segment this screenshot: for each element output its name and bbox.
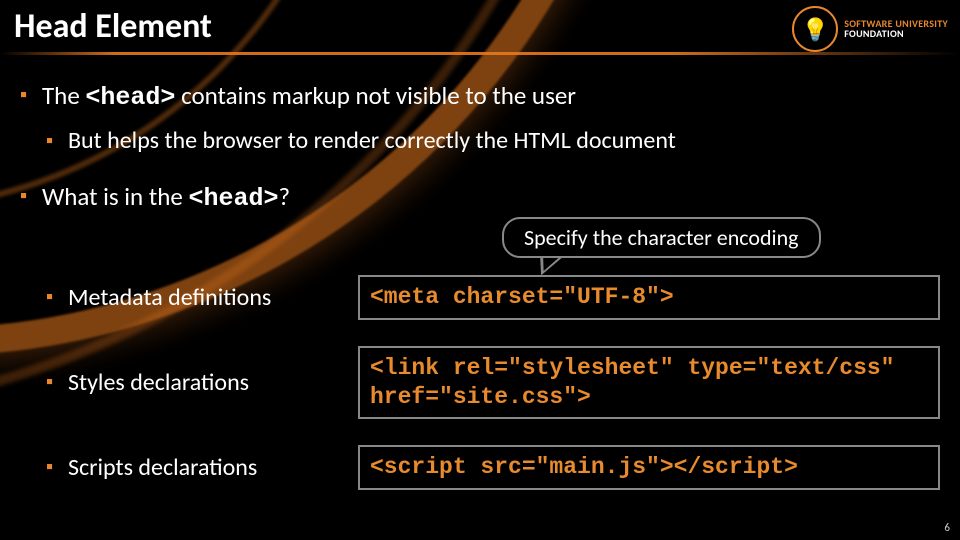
row-label: Metadata definitions: [46, 283, 358, 312]
definitions-list: Metadata definitions <meta charset="UTF-…: [46, 275, 940, 516]
bullet-1-sub: But helps the browser to render correctl…: [46, 126, 940, 155]
bullet-2: What is in the <head>?: [20, 181, 940, 213]
brand-text: SOFTWARE UNIVERSITY FOUNDATION: [844, 19, 948, 40]
code-head-tag: <head>: [85, 83, 175, 112]
brand-logo: 💡 SOFTWARE UNIVERSITY FOUNDATION: [792, 6, 948, 52]
row-label: Styles declarations: [46, 368, 358, 397]
code-head-tag: <head>: [188, 184, 278, 213]
content-area: The <head> contains markup not visible t…: [20, 80, 940, 219]
list-row-scripts: Scripts declarations <script src="main.j…: [46, 445, 940, 490]
lightbulb-icon: 💡: [792, 6, 838, 52]
list-row-metadata: Metadata definitions <meta charset="UTF-…: [46, 275, 940, 320]
slide: Head Element 💡 SOFTWARE UNIVERSITY FOUND…: [0, 0, 960, 540]
slide-title: Head Element: [14, 6, 212, 47]
list-row-styles: Styles declarations <link rel="styleshee…: [46, 346, 940, 420]
page-number: 6: [944, 521, 950, 534]
code-box-script: <script src="main.js"></script>: [358, 445, 940, 490]
title-underline: [0, 52, 960, 55]
callout-encoding: Specify the character encoding: [502, 217, 821, 258]
code-box-meta: <meta charset="UTF-8">: [358, 275, 940, 320]
row-label: Scripts declarations: [46, 453, 358, 482]
code-box-link: <link rel="stylesheet" type="text/css" h…: [358, 346, 940, 420]
bullet-1: The <head> contains markup not visible t…: [20, 80, 940, 112]
